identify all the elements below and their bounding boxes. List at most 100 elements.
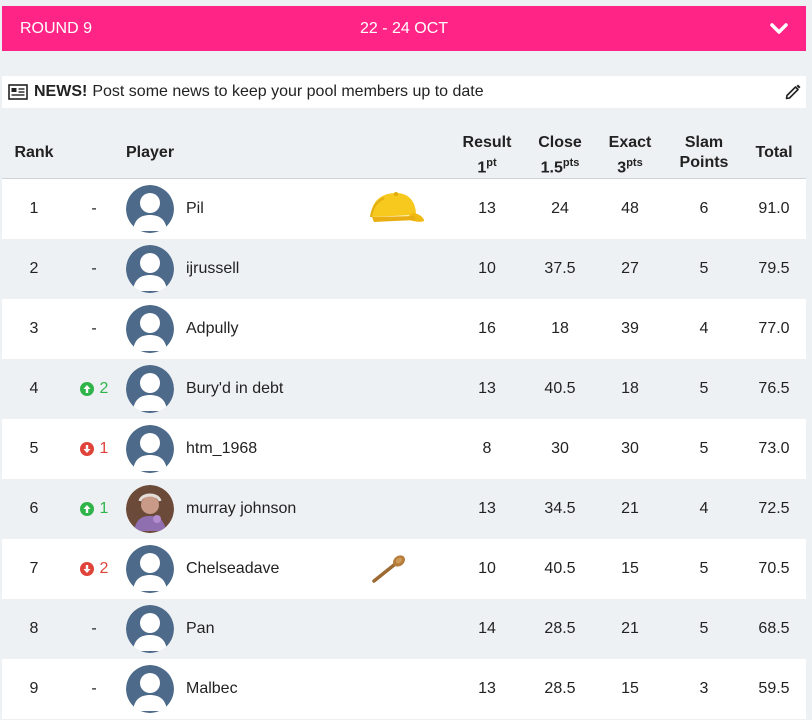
table-row[interactable]: 7 2 Chelseadave 10 40.5 15 5 70.5 [2,539,806,599]
table-row[interactable]: 9 - Malbec 13 28.5 15 3 59.5 [2,659,806,719]
slam-points: 5 [699,380,709,397]
player-name[interactable]: Pan [186,599,366,659]
close-points: 28.5 [544,620,576,637]
total-points: 76.5 [758,380,790,397]
newspaper-icon [8,84,28,100]
slam-points: 5 [699,260,709,277]
player-name[interactable]: Malbec [186,659,366,719]
total-points: 72.5 [758,500,790,517]
news-heading: NEWS! [34,83,88,100]
result-points: 13 [478,680,496,697]
header-exact: Exact 3pts [608,134,652,177]
player-name[interactable]: Chelseadave [186,539,366,599]
table-header: Rank Player Result 1pt Close 1.5pts Exac… [2,125,806,179]
avatar[interactable] [126,305,174,353]
rank-change: 2 [68,539,120,599]
slam-points: 3 [699,680,709,697]
result-points: 14 [478,620,496,637]
total-points: 59.5 [758,680,790,697]
result-points: 13 [478,200,496,217]
avatar[interactable] [126,545,174,593]
rank-cell: 7 [29,560,39,577]
rank-change: - [91,680,97,697]
chevron-down-icon[interactable] [764,14,794,44]
player-name[interactable]: murray johnson [186,479,366,539]
round-dates: 22 - 24 OCT [359,20,449,37]
close-points: 34.5 [544,500,576,517]
table-body: 1- Pil 13 24 48 6 91.0 2- ijrussell 10 37.5 27 5 79.5… [2,179,806,719]
slam-points: 5 [699,560,709,577]
total-points: 91.0 [758,200,790,217]
rank-change: 1 [68,479,120,539]
close-points: 28.5 [544,680,576,697]
arrow-up-circle-icon [79,502,100,516]
header-slam-points: Slam Points [679,134,729,171]
header-player: Player [126,144,175,161]
arrow-down-circle-icon [79,442,100,456]
exact-points: 39 [621,320,639,337]
player-name[interactable]: Pil [186,179,366,239]
rank-change: 1 [68,419,120,479]
rank-change: - [91,620,97,637]
slam-points: 4 [699,320,709,337]
avatar[interactable] [126,605,174,653]
avatar[interactable] [126,245,174,293]
avatar[interactable] [126,485,174,533]
exact-points: 30 [621,440,639,457]
exact-points: 15 [621,680,639,697]
table-row[interactable]: 1 - Pil 13 24 48 6 91.0 [2,179,806,239]
rank-change: - [91,260,97,277]
exact-points: 27 [621,260,639,277]
result-points: 16 [478,320,496,337]
rank-cell: 6 [29,500,39,517]
exact-points: 18 [621,380,639,397]
news-text: Post some news to keep your pool members… [92,83,484,100]
player-name[interactable]: ijrussell [186,239,366,299]
result-points: 10 [478,560,496,577]
table-row[interactable]: 3 - Adpully 16 18 39 4 77.0 [2,299,806,359]
result-points: 8 [482,440,492,457]
header-result: Result 1pt [462,134,512,177]
avatar[interactable] [126,365,174,413]
close-points: 37.5 [544,260,576,277]
table-row[interactable]: 2 - ijrussell 10 37.5 27 5 79.5 [2,239,806,299]
table-row[interactable]: 5 1 htm_1968 8 30 30 5 73.0 [2,419,806,479]
close-points: 24 [551,200,569,217]
slam-points: 5 [699,620,709,637]
rank-cell: 8 [29,620,39,637]
spoon-icon [366,547,426,591]
slam-points: 6 [699,200,709,217]
player-name[interactable]: Adpully [186,299,366,359]
header-total: Total [755,144,793,161]
rank-change: - [91,200,97,217]
arrow-up-circle-icon [79,382,100,396]
exact-points: 21 [621,620,639,637]
rank-change: - [91,320,97,337]
close-points: 18 [551,320,569,337]
arrow-down-circle-icon [79,562,100,576]
result-points: 10 [478,260,496,277]
rank-cell: 3 [29,320,39,337]
result-points: 13 [478,380,496,397]
avatar[interactable] [126,185,174,233]
total-points: 79.5 [758,260,790,277]
avatar[interactable] [126,425,174,473]
player-name[interactable]: Bury'd in debt [186,359,366,419]
pencil-icon[interactable] [784,83,802,101]
total-points: 77.0 [758,320,790,337]
total-points: 73.0 [758,440,790,457]
rank-cell: 4 [29,380,39,397]
table-row[interactable]: 8 - Pan 14 28.5 21 5 68.5 [2,599,806,659]
slam-points: 5 [699,440,709,457]
round-label: ROUND 9 [20,20,93,37]
avatar[interactable] [126,665,174,713]
table-row[interactable]: 6 1 murray johnson 13 34.5 21 4 72.5 [2,479,806,539]
player-name[interactable]: htm_1968 [186,419,366,479]
slam-points: 4 [699,500,709,517]
table-row[interactable]: 4 2 Bury'd in debt 13 40.5 18 5 76.5 [2,359,806,419]
round-selector[interactable]: ROUND 9 22 - 24 OCT [2,6,806,51]
cap-icon [366,187,426,231]
exact-points: 48 [621,200,639,217]
close-points: 30 [551,440,569,457]
total-points: 68.5 [758,620,790,637]
